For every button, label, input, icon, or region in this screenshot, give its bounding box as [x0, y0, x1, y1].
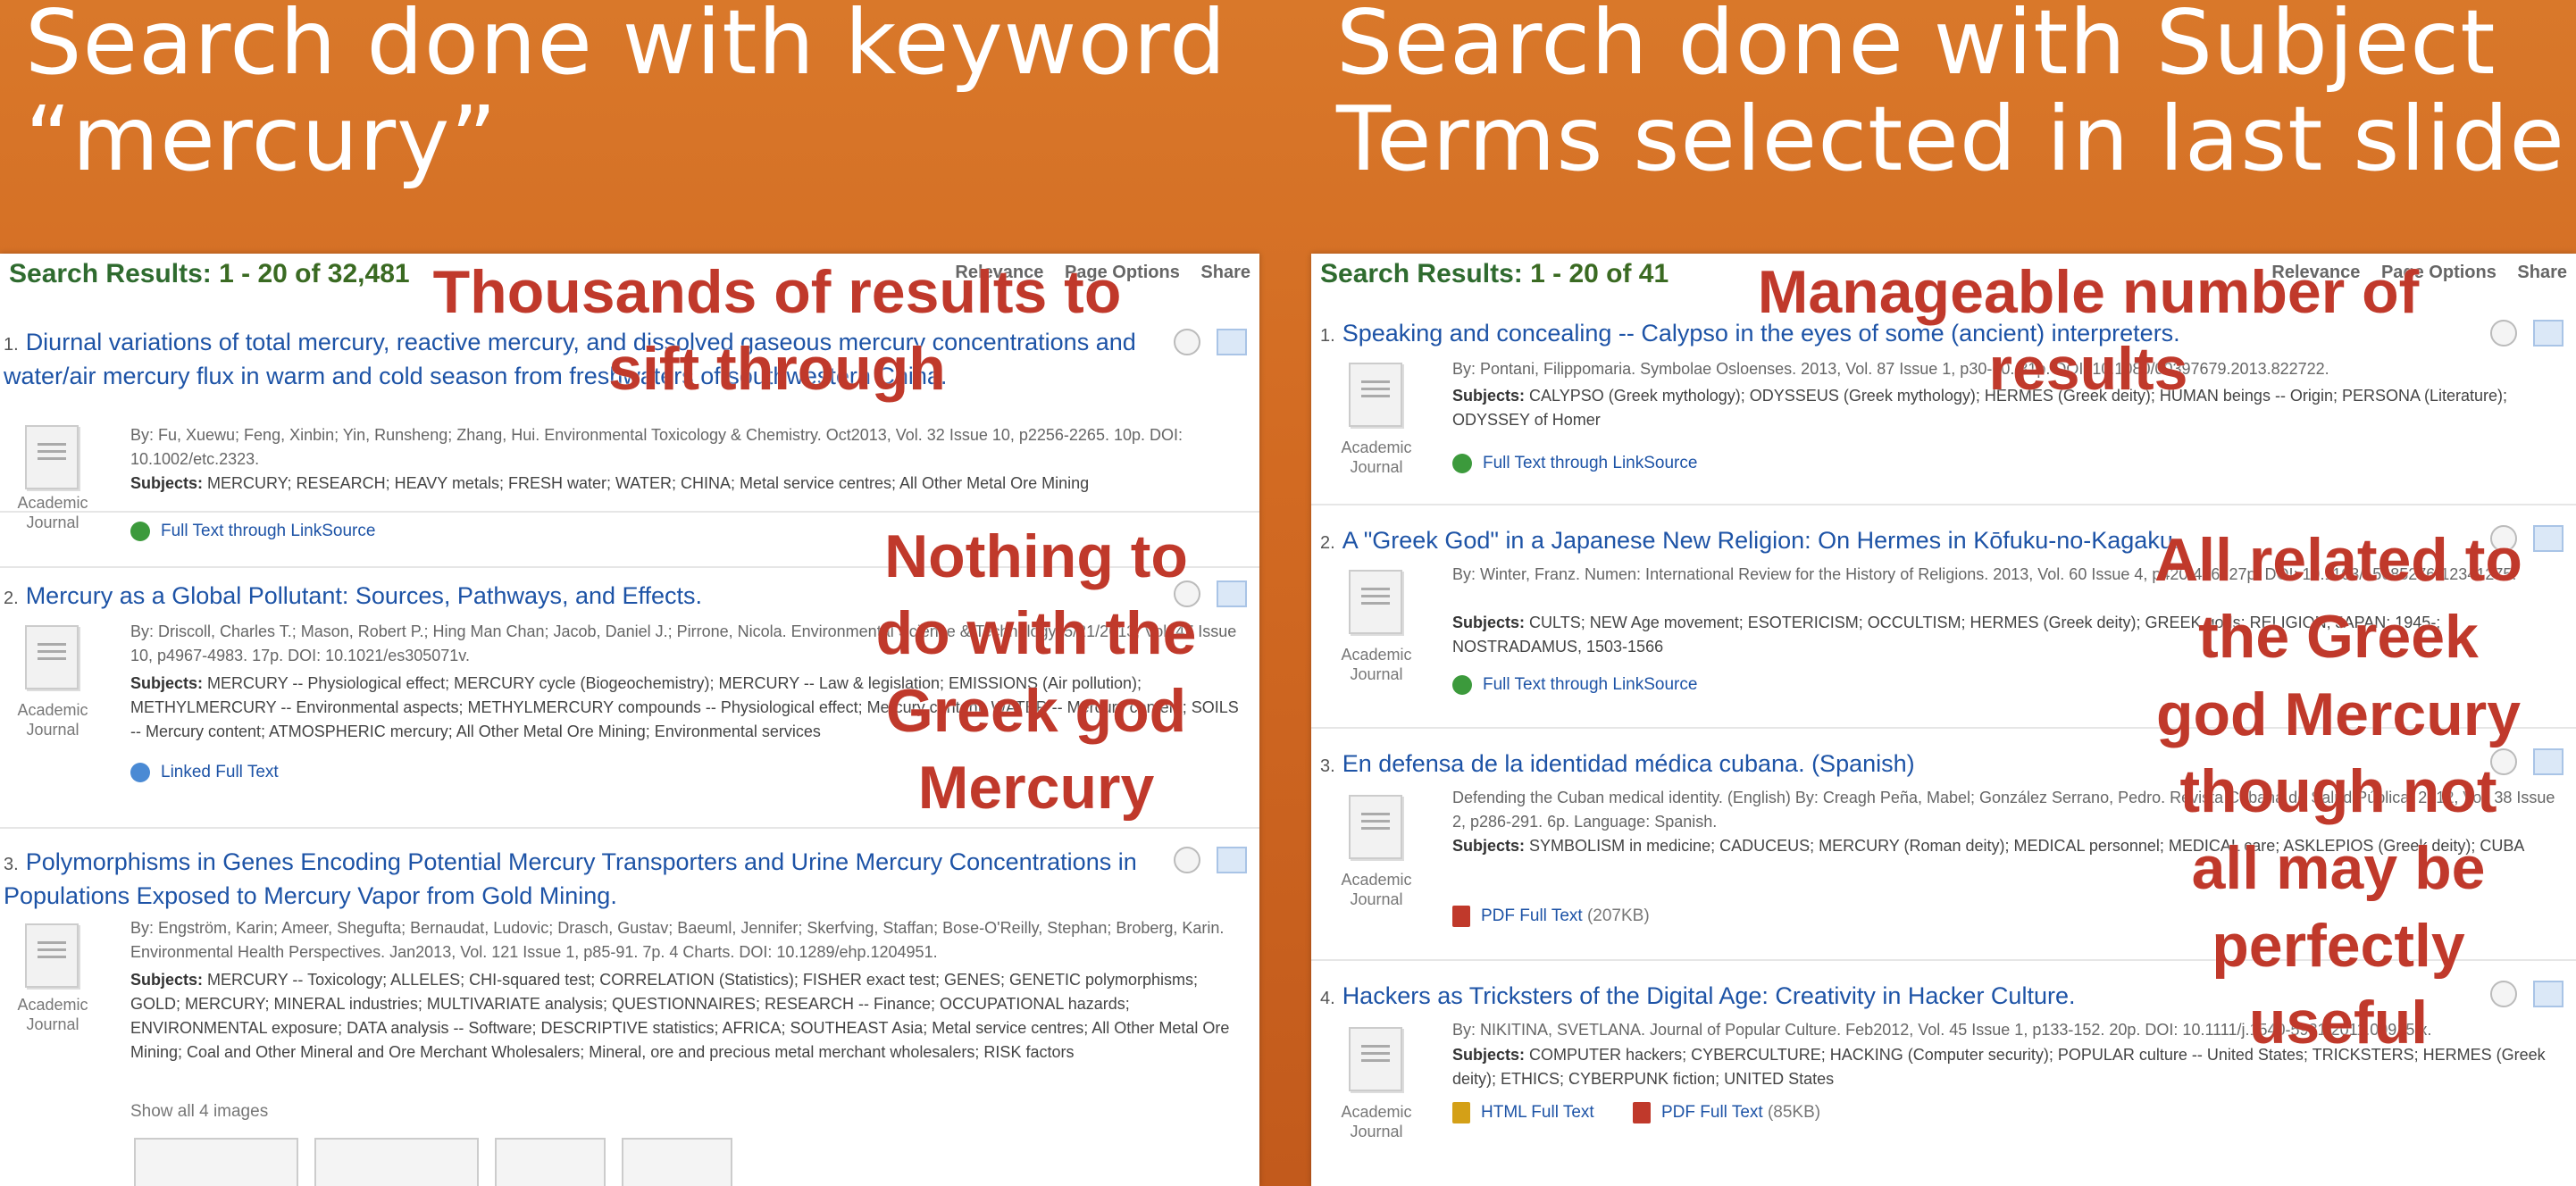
image-thumbnail[interactable] — [134, 1138, 298, 1186]
linked-full-text-link[interactable]: Linked Full Text — [130, 763, 279, 782]
full-text-link[interactable]: Full Text through LinkSource — [1452, 454, 1697, 473]
pdf-full-text-label[interactable]: PDF Full Text — [1661, 1103, 1763, 1122]
document-icon[interactable] — [1349, 570, 1402, 634]
right-slide-title: Search done with Subject Terms selected … — [1336, 0, 2565, 191]
share-menu[interactable]: Share — [2517, 263, 2567, 282]
full-text-link-label[interactable]: Full Text through LinkSource — [1483, 454, 1697, 472]
image-thumbnail[interactable] — [314, 1138, 479, 1186]
preview-icon[interactable] — [1174, 329, 1200, 355]
result-subjects: Subjects: MERCURY; RESEARCH; HEAVY metal… — [130, 472, 1242, 496]
results-label: Search Results: — [9, 259, 212, 288]
html-full-text-link[interactable]: HTML Full Text — [1452, 1102, 1594, 1123]
show-all-images-link[interactable]: Show all 4 images — [130, 1102, 268, 1122]
image-thumbnail[interactable] — [495, 1138, 606, 1186]
result-meta: By: Fu, Xuewu; Feng, Xinbin; Yin, Runshe… — [130, 426, 1183, 468]
pdf-full-text-link[interactable]: PDF Full Text (207KB) — [1452, 906, 1650, 927]
doc-type-label: Academic Journal — [1341, 871, 1412, 908]
subjects-label: Subjects: — [1452, 387, 1526, 405]
folder-icon[interactable] — [1217, 329, 1247, 355]
doc-type-label: Academic Journal — [17, 701, 88, 739]
pdf-full-text-link[interactable]: PDF Full Text (85KB) — [1633, 1102, 1820, 1123]
full-text-link-label[interactable]: Full Text through LinkSource — [161, 522, 375, 540]
result-number: 2. — [4, 589, 19, 608]
linked-full-text-icon — [130, 763, 150, 782]
linksource-icon — [130, 522, 150, 541]
callout-manageable-number: Manageable number of results — [1757, 258, 2420, 404]
result-meta: By: Engström, Karin; Ameer, Shegufta; Be… — [130, 919, 1225, 961]
result-number: 4. — [1320, 989, 1335, 1008]
doc-type-label: Academic Journal — [17, 996, 88, 1033]
left-search-results-panel: Search Results: 1 - 20 of 32,481 Relevan… — [0, 254, 1259, 1186]
result-item: 3. Polymorphisms in Genes Encoding Potent… — [0, 834, 1259, 1186]
file-size: (207KB) — [1586, 906, 1650, 926]
linksource-icon — [1452, 675, 1472, 695]
document-icon[interactable] — [1349, 363, 1402, 427]
subjects-label: Subjects: — [1452, 1046, 1526, 1064]
result-number: 3. — [4, 855, 19, 874]
result-number: 1. — [1320, 326, 1335, 346]
pdf-full-text-label[interactable]: PDF Full Text — [1481, 906, 1583, 925]
subjects-label: Subjects: — [1452, 837, 1526, 855]
result-actions — [1158, 847, 1247, 873]
result-title-text[interactable]: En defensa de la identidad médica cubana… — [1342, 750, 1915, 777]
result-subjects: Subjects: MERCURY -- Toxicology; ALLELES… — [130, 968, 1242, 1065]
doc-type-label: Academic Journal — [1341, 1103, 1412, 1140]
preview-icon[interactable] — [2490, 320, 2517, 347]
folder-icon[interactable] — [1217, 847, 1247, 873]
subjects-label: Subjects: — [130, 971, 204, 989]
file-size: (85KB) — [1767, 1103, 1821, 1123]
full-text-link[interactable]: Full Text through LinkSource — [1452, 675, 1697, 695]
linksource-icon — [1452, 454, 1472, 473]
result-title-text[interactable]: Mercury as a Global Pollutant: Sources, … — [26, 582, 702, 609]
subjects-label: Subjects: — [130, 674, 204, 692]
share-menu[interactable]: Share — [1200, 263, 1250, 282]
doc-type-label: Academic Journal — [1341, 646, 1412, 683]
image-thumbnail[interactable] — [622, 1138, 732, 1186]
doc-type-label: Academic Journal — [17, 494, 88, 531]
results-label: Search Results: — [1320, 259, 1523, 288]
pdf-icon — [1633, 1102, 1651, 1123]
results-count: 1 - 20 of 32,481 — [219, 259, 410, 288]
document-icon[interactable] — [25, 625, 79, 689]
subjects-label: Subjects: — [1452, 614, 1526, 631]
full-text-link[interactable]: Full Text through LinkSource — [130, 522, 375, 541]
pdf-icon — [1452, 906, 1470, 927]
html-full-text-label[interactable]: HTML Full Text — [1481, 1103, 1594, 1122]
result-title-text[interactable]: A "Greek God" in a Japanese New Religion… — [1342, 527, 2180, 554]
document-icon[interactable] — [1349, 795, 1402, 859]
doc-type-label: Academic Journal — [1341, 438, 1412, 476]
document-icon[interactable] — [25, 923, 79, 988]
result-actions — [1158, 329, 1247, 355]
document-icon[interactable] — [1349, 1027, 1402, 1091]
preview-icon[interactable] — [1174, 847, 1200, 873]
document-icon[interactable] — [25, 425, 79, 489]
subjects-text: MERCURY; RESEARCH; HEAVY metals; FRESH w… — [207, 474, 1090, 492]
callout-all-related: All related to the Greek god Mercury tho… — [2154, 526, 2522, 1057]
result-number: 2. — [1320, 533, 1335, 553]
results-count: 1 - 20 of 41 — [1530, 259, 1669, 288]
folder-icon[interactable] — [2533, 320, 2563, 347]
subjects-text: MERCURY -- Toxicology; ALLELES; CHI-squa… — [130, 971, 1230, 1061]
result-title-text[interactable]: Polymorphisms in Genes Encoding Potentia… — [4, 848, 1137, 909]
result-title-text[interactable]: Hackers as Tricksters of the Digital Age… — [1342, 982, 2076, 1009]
linked-full-text-label[interactable]: Linked Full Text — [161, 763, 279, 781]
html-icon — [1452, 1102, 1470, 1123]
full-text-link-label[interactable]: Full Text through LinkSource — [1483, 675, 1697, 694]
image-thumbnails — [134, 1138, 749, 1186]
callout-thousands-of-results: Thousands of results to sift through — [432, 258, 1122, 404]
subjects-label: Subjects: — [130, 474, 204, 492]
callout-nothing-to-do: Nothing to do with the Greek god Mercury — [875, 522, 1197, 823]
right-search-results-panel: Search Results: 1 - 20 of 41 Relevance P… — [1311, 254, 2576, 1186]
result-number: 1. — [4, 335, 19, 355]
result-number: 3. — [1320, 756, 1335, 776]
result-title-link[interactable]: 3. Polymorphisms in Genes Encoding Potent… — [4, 847, 1188, 912]
left-slide-title: Search done with keyword “mercury” — [25, 0, 1227, 191]
